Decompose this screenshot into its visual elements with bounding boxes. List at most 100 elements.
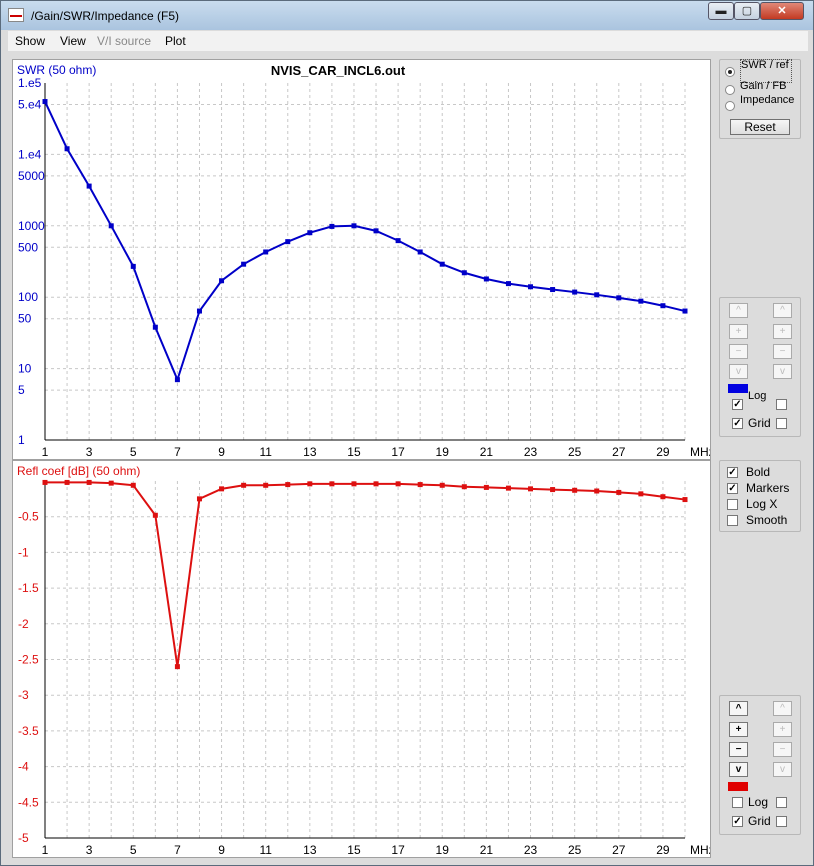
radio-impedance-label[interactable]: Impedance bbox=[740, 95, 796, 109]
refl-coef-plot-panel[interactable]: -0.5 -1 -1.5 -2 -2.5 -3 -3.5 -4 -4.5 -5 1 3 5 7 9 11 13 1… bbox=[12, 460, 715, 858]
refl-color-swatch[interactable] bbox=[728, 782, 748, 791]
refl-down-left-button[interactable]: v bbox=[729, 762, 748, 777]
data-point bbox=[373, 481, 379, 487]
swr-log-checkbox[interactable]: ✓ bbox=[732, 399, 743, 410]
data-point bbox=[550, 487, 556, 493]
refl-plus-left-button[interactable]: + bbox=[729, 722, 748, 737]
maximize-button[interactable]: ▢ bbox=[734, 2, 760, 20]
x-tick-label: 5 bbox=[130, 445, 137, 459]
y-tick-label: -0.5 bbox=[18, 510, 39, 524]
data-point bbox=[417, 249, 423, 255]
data-point bbox=[130, 482, 136, 488]
data-point bbox=[572, 487, 578, 493]
x-tick-label: 7 bbox=[174, 843, 181, 857]
markers-checkbox[interactable]: ✓ bbox=[727, 483, 738, 494]
markers-label: Markers bbox=[746, 481, 790, 495]
x-tick-label: 23 bbox=[524, 843, 538, 857]
x-tick-label: 15 bbox=[347, 445, 361, 459]
refl-minus-left-button[interactable]: − bbox=[729, 742, 748, 757]
data-point bbox=[196, 496, 202, 502]
close-button[interactable]: ✕ bbox=[760, 2, 804, 20]
data-point bbox=[682, 497, 688, 503]
x-tick-label: 25 bbox=[568, 445, 582, 459]
y-tick-label: -1.5 bbox=[18, 581, 39, 595]
swr-down-right-button[interactable]: v bbox=[773, 364, 792, 379]
data-point bbox=[108, 480, 114, 486]
app-icon bbox=[8, 8, 24, 22]
menu-vi-source[interactable]: V/I source bbox=[97, 34, 151, 48]
series-line bbox=[44, 101, 686, 383]
refl-grid-checkbox[interactable]: ✓ bbox=[732, 816, 743, 827]
swr-color-swatch[interactable] bbox=[728, 384, 748, 393]
refl-up-left-button[interactable]: ^ bbox=[729, 701, 748, 716]
swr-up-right-button[interactable]: ^ bbox=[773, 303, 792, 318]
swr-minus-right-button[interactable]: − bbox=[773, 344, 792, 359]
data-point bbox=[461, 270, 467, 276]
swr-minus-left-button[interactable]: − bbox=[729, 344, 748, 359]
data-point bbox=[86, 479, 92, 485]
refl-log-right-checkbox[interactable] bbox=[776, 797, 787, 808]
y-tick-label: 1.e4 bbox=[18, 147, 42, 161]
reset-button[interactable]: Reset bbox=[730, 119, 790, 135]
data-point bbox=[373, 228, 379, 234]
refl-plus-right-button[interactable]: + bbox=[773, 722, 792, 737]
logx-checkbox[interactable] bbox=[727, 499, 738, 510]
y-tick-label: 5000 bbox=[18, 169, 45, 183]
swr-down-left-button[interactable]: v bbox=[729, 364, 748, 379]
data-point bbox=[351, 223, 357, 229]
swr-log-right-checkbox[interactable] bbox=[776, 399, 787, 410]
data-point bbox=[307, 481, 313, 487]
bold-label: Bold bbox=[746, 465, 771, 479]
refl-grid-right-checkbox[interactable] bbox=[776, 816, 787, 827]
data-point bbox=[130, 263, 136, 269]
x-tick-label: 27 bbox=[612, 445, 626, 459]
swr-grid-checkbox[interactable]: ✓ bbox=[732, 418, 743, 429]
chart-title: NVIS_CAR_INCL6.out bbox=[271, 63, 406, 78]
data-point bbox=[594, 292, 600, 298]
menu-show[interactable]: Show bbox=[15, 34, 45, 48]
data-point bbox=[505, 485, 511, 491]
grid-lines bbox=[45, 83, 686, 440]
logx-label: Log X bbox=[746, 497, 778, 511]
data-point bbox=[528, 284, 534, 290]
refl-minus-right-button[interactable]: − bbox=[773, 742, 792, 757]
window: /Gain/SWR/Impedance (F5) ▬ ▢ ✕ Show View… bbox=[0, 0, 814, 866]
smooth-checkbox[interactable] bbox=[727, 515, 738, 526]
menu-view[interactable]: View bbox=[60, 34, 86, 48]
y-tick-label: -2.5 bbox=[18, 653, 39, 667]
swr-grid-right-checkbox[interactable] bbox=[776, 418, 787, 429]
swr-plus-right-button[interactable]: + bbox=[773, 324, 792, 339]
refl-log-checkbox[interactable] bbox=[732, 797, 743, 808]
refl-down-right-button[interactable]: v bbox=[773, 762, 792, 777]
y-tick-label: -4 bbox=[18, 760, 29, 774]
data-point bbox=[483, 276, 489, 282]
y-tick-label: -3.5 bbox=[18, 724, 39, 738]
radio-gain[interactable] bbox=[725, 85, 735, 95]
x-unit-label: MHz bbox=[690, 843, 710, 857]
swr-plus-left-button[interactable]: + bbox=[729, 324, 748, 339]
radio-gain-label[interactable]: Gain / FB bbox=[740, 81, 790, 95]
bold-checkbox[interactable]: ✓ bbox=[727, 467, 738, 478]
data-point bbox=[152, 512, 158, 518]
x-tick-label: 21 bbox=[480, 843, 494, 857]
refl-up-right-button[interactable]: ^ bbox=[773, 701, 792, 716]
radio-impedance[interactable] bbox=[725, 101, 735, 111]
menu-plot[interactable]: Plot bbox=[165, 34, 186, 48]
x-tick-label: 3 bbox=[86, 843, 93, 857]
y-axis-label: Refl coef [dB] (50 ohm) bbox=[17, 464, 140, 478]
y-tick-label: 50 bbox=[18, 312, 32, 326]
radio-swr-label[interactable]: SWR / ref bbox=[740, 59, 792, 83]
minimize-button[interactable]: ▬ bbox=[708, 2, 734, 20]
data-point bbox=[351, 481, 357, 487]
data-point bbox=[241, 261, 247, 267]
x-tick-label: 9 bbox=[218, 445, 225, 459]
data-point bbox=[483, 484, 489, 490]
radio-swr[interactable] bbox=[725, 67, 735, 77]
data-point bbox=[439, 261, 445, 267]
x-tick-label: 3 bbox=[86, 445, 93, 459]
swr-up-left-button[interactable]: ^ bbox=[729, 303, 748, 318]
swr-plot-panel[interactable]: 1.e5 5.e4 1.e4 5000 1000 500 100 50 10 5 1 1 3 5 7 9 11 1… bbox=[12, 59, 715, 460]
data-point bbox=[241, 482, 247, 488]
y-tick-label: 1000 bbox=[18, 219, 45, 233]
title-bar[interactable]: /Gain/SWR/Impedance (F5) ▬ ▢ ✕ bbox=[1, 1, 813, 30]
